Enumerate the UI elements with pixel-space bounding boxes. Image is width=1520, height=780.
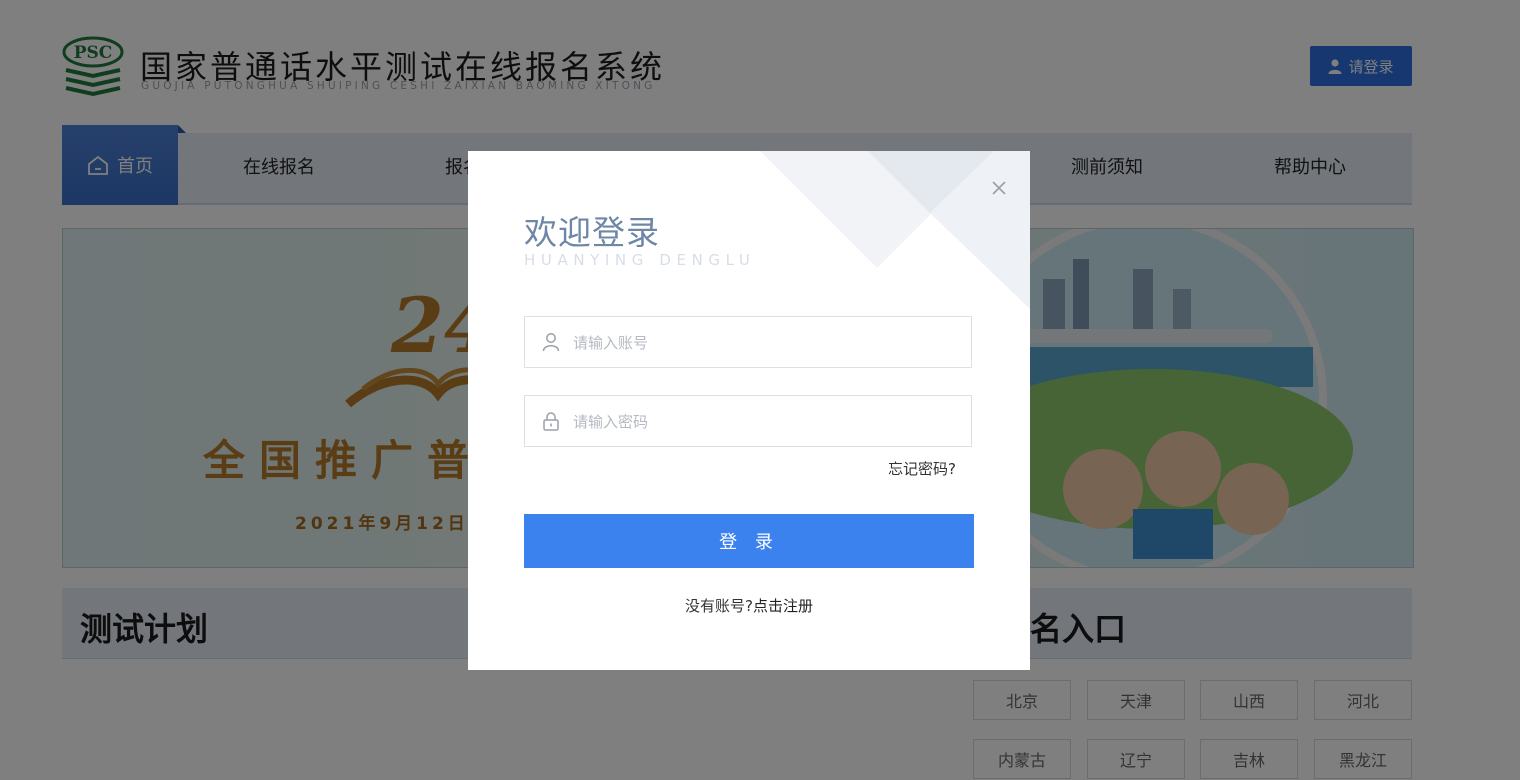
page: PSC 国家普通话水平测试在线报名系统 GUOJIA PUTONGHUA SHU…: [0, 0, 1520, 780]
user-icon: [542, 333, 560, 352]
login-modal: 欢迎登录 HUANYING DENGLU 忘记密码? 登 录 没有账号?点击注册: [468, 151, 1030, 670]
login-submit-button[interactable]: 登 录: [524, 514, 974, 568]
register-link[interactable]: 点击注册: [753, 597, 813, 615]
account-input[interactable]: [571, 317, 965, 369]
modal-subtitle: HUANYING DENGLU: [524, 251, 756, 269]
password-field: [524, 395, 972, 448]
close-icon[interactable]: [990, 179, 1008, 197]
modal-title: 欢迎登录: [524, 213, 660, 252]
account-field: [524, 316, 972, 369]
register-prompt: 没有账号?点击注册: [468, 595, 1030, 616]
register-prompt-text: 没有账号?: [685, 597, 753, 615]
lock-icon: [543, 412, 559, 431]
password-input[interactable]: [571, 396, 965, 448]
forgot-password-link[interactable]: 忘记密码?: [888, 458, 956, 479]
